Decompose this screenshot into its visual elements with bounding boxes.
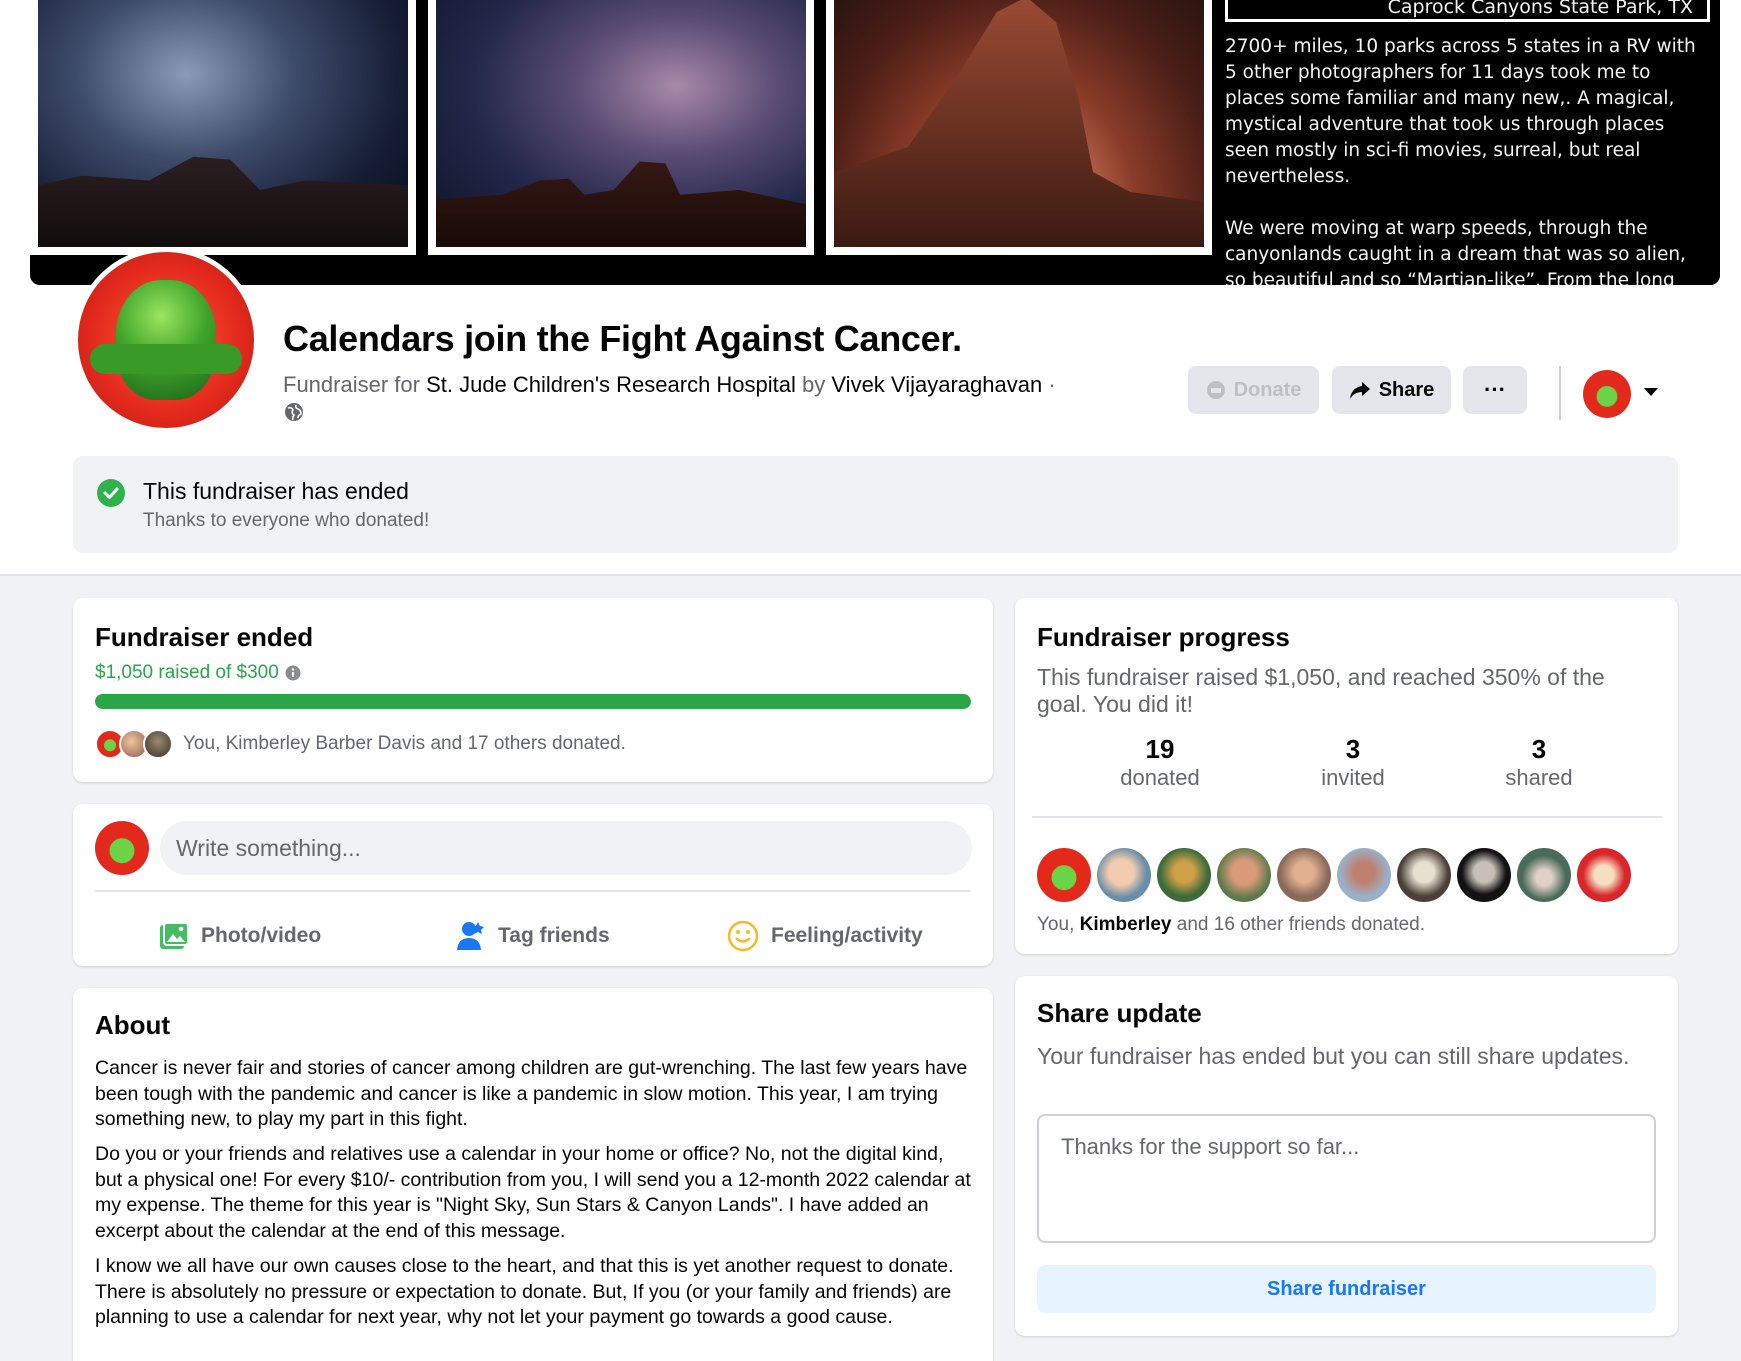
photo-video-label: Photo/video (201, 924, 322, 947)
organization-link[interactable]: St. Jude Children's Research Hospital (426, 372, 796, 397)
more-options-button[interactable]: ··· (1463, 366, 1527, 414)
share-label: Share (1378, 378, 1435, 401)
stat-label: donated (1120, 765, 1200, 790)
friend-name-link[interactable]: Kimberley (1080, 914, 1172, 935)
tag-friends-button[interactable]: Tag friends (456, 916, 610, 956)
smiley-icon (727, 920, 759, 952)
friend-avatar[interactable] (1397, 848, 1451, 902)
progress-text: This fundraiser raised $1,050, and reach… (1037, 664, 1605, 717)
feeling-activity-label: Feeling/activity (771, 924, 923, 947)
stat-donated: 19 donated (1070, 734, 1250, 791)
fundraiser-ended-title: Fundraiser ended (95, 622, 314, 652)
fundraiser-progress-card: Fundraiser progress This fundraiser rais… (1015, 598, 1678, 954)
donate-label: Donate (1233, 378, 1302, 401)
post-composer: Photo/video Tag friends Feeling/activity (73, 804, 993, 966)
friend-avatar[interactable] (1457, 848, 1511, 902)
photo-video-button[interactable]: Photo/video (159, 916, 321, 956)
globe-icon (285, 403, 303, 421)
share-button[interactable]: Share (1332, 366, 1451, 414)
organizer-link[interactable]: Vivek Vijayaraghavan (831, 372, 1042, 397)
account-avatar[interactable] (1583, 370, 1631, 418)
fundraiser-profile-picture[interactable] (73, 247, 259, 433)
progress-title: Fundraiser progress (1037, 622, 1290, 652)
friend-avatar[interactable] (1577, 848, 1631, 902)
progress-bar-fill (95, 694, 971, 709)
friend-avatar[interactable] (1217, 848, 1271, 902)
share-arrow-icon (1349, 382, 1370, 399)
stat-shared: 3 shared (1449, 734, 1629, 791)
cover-photo[interactable]: Caprock Canyons State Park, TX 2700+ mil… (30, 0, 1720, 285)
green-baby-figure (90, 280, 242, 400)
fundraiser-ended-card: Fundraiser ended $1,050 raised of $300 Y… (73, 598, 993, 782)
banner-subtitle: Thanks to everyone who donated! (143, 510, 430, 531)
check-circle-icon (97, 479, 125, 507)
tag-friends-label: Tag friends (498, 924, 610, 947)
raised-amount: $1,050 raised of $300 (95, 662, 301, 684)
fundraiser-subline: Fundraiser for St. Jude Children's Resea… (283, 371, 1056, 399)
banner-title: This fundraiser has ended (143, 478, 409, 504)
fundraiser-title: Calendars join the Fight Against Cancer. (283, 318, 962, 359)
friends-donated-text: You, Kimberley and 16 other friends dona… (1037, 914, 1425, 936)
fundraiser-ended-banner: This fundraiser has ended Thanks to ever… (73, 456, 1678, 553)
more-options-icon: ··· (1484, 377, 1506, 402)
cover-paragraph-2: We were moving at warp speeds, through t… (1225, 218, 1686, 285)
about-paragraph-3: I know we all have our own causes close … (95, 1255, 954, 1328)
share-update-title: Share update (1037, 998, 1202, 1028)
header-divider (1559, 366, 1561, 420)
friend-avatar[interactable] (1517, 848, 1571, 902)
photo-icon (160, 922, 189, 949)
stat-label: shared (1505, 765, 1573, 790)
about-card: About Cancer is never fair and stories o… (73, 988, 993, 1361)
by-label: by (802, 372, 826, 397)
cover-photo-canyon-rock (826, 0, 1212, 255)
donor-avatar (143, 729, 173, 759)
friends-suffix: and 16 other friends donated. (1171, 914, 1426, 935)
fundraiser-for-label: Fundraiser for (283, 372, 420, 397)
stat-number: 3 (1531, 734, 1547, 764)
composer-avatar[interactable] (95, 821, 149, 875)
friend-avatar[interactable] (1277, 848, 1331, 902)
stat-number: 3 (1345, 734, 1361, 764)
chevron-down-icon[interactable] (1644, 388, 1658, 396)
about-title: About (95, 1010, 171, 1040)
fundraiser-header: Caprock Canyons State Park, TX 2700+ mil… (0, 0, 1741, 576)
donors-text: You, Kimberley Barber Davis and 17 other… (183, 733, 626, 754)
about-paragraph-1: Cancer is never fair and stories of canc… (95, 1057, 968, 1130)
separator-dot: · (1048, 372, 1056, 397)
friend-avatar[interactable] (1037, 848, 1091, 902)
stat-invited: 3 invited (1263, 734, 1443, 791)
friends-prefix: You, (1037, 914, 1080, 935)
friend-avatar[interactable] (1097, 848, 1151, 902)
feeling-activity-button[interactable]: Feeling/activity (727, 916, 923, 956)
share-fundraiser-button[interactable]: Share fundraiser (1037, 1265, 1656, 1313)
raised-text: $1,050 raised of $300 (95, 662, 279, 683)
friend-avatar[interactable] (1337, 848, 1391, 902)
friend-avatar[interactable] (1157, 848, 1211, 902)
share-update-subtitle: Your fundraiser has ended but you can st… (1037, 1043, 1630, 1069)
cover-paragraph-1: 2700+ miles, 10 parks across 5 states in… (1225, 36, 1696, 187)
share-update-textarea[interactable] (1037, 1114, 1656, 1243)
stat-label: invited (1321, 765, 1385, 790)
donors-summary[interactable]: You, Kimberley Barber Davis and 17 other… (95, 729, 626, 759)
about-paragraph-2: Do you or your friends and relatives use… (95, 1143, 971, 1242)
cover-caption: Caprock Canyons State Park, TX (1225, 0, 1710, 22)
write-something-input[interactable] (160, 821, 972, 875)
donate-button[interactable]: Donate (1188, 366, 1319, 414)
progress-bar (95, 694, 971, 709)
share-update-card: Share update Your fundraiser has ended b… (1015, 976, 1678, 1336)
donate-icon (1206, 381, 1225, 399)
donor-friends-avatars (1037, 848, 1631, 902)
cover-photo-milky-way (428, 0, 814, 255)
cover-photo-delicate-arch (30, 0, 416, 255)
cover-text-panel: Caprock Canyons State Park, TX 2700+ mil… (1225, 0, 1720, 285)
progress-divider (1032, 816, 1662, 818)
info-icon[interactable] (285, 665, 301, 681)
stat-number: 19 (1145, 734, 1175, 764)
tag-friends-icon (457, 922, 484, 950)
composer-divider (95, 890, 971, 892)
